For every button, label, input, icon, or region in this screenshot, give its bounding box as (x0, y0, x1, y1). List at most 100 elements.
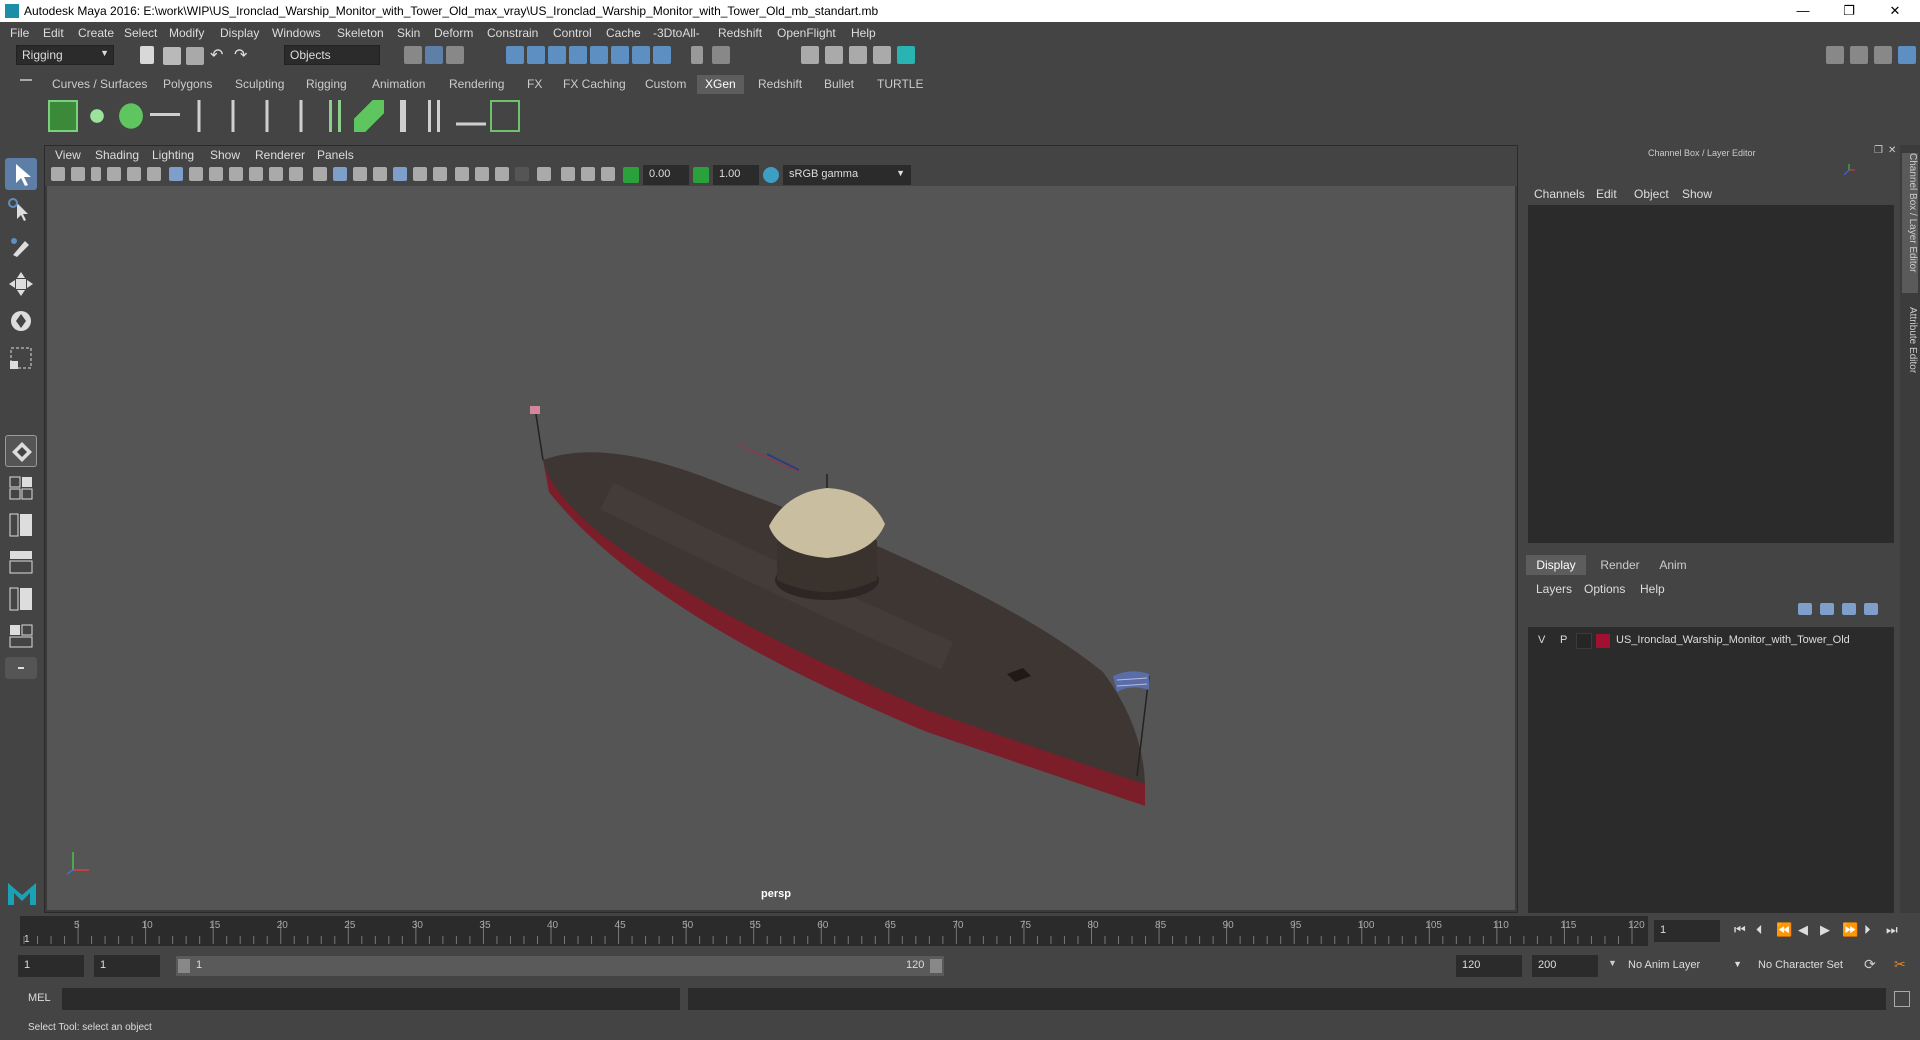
shelf-tab-fx-caching[interactable]: FX Caching (555, 75, 634, 94)
step-back-key-icon[interactable]: ⏪ (1776, 922, 1792, 938)
menu-display[interactable]: Display (220, 26, 259, 40)
side-tab-attribute-editor[interactable]: Attribute Editor (1902, 307, 1918, 407)
layout-outliner-icon[interactable] (5, 546, 37, 578)
cb-menu-channels[interactable]: Channels (1534, 187, 1585, 201)
animation-prefs-icon[interactable]: ✂ (1894, 956, 1906, 973)
shadows-icon[interactable] (433, 167, 447, 181)
snap-live-icon[interactable] (590, 46, 608, 64)
command-input[interactable] (62, 988, 680, 1010)
wireframe-icon[interactable] (313, 167, 327, 181)
menu-openflight[interactable]: OpenFlight (777, 26, 836, 40)
gamma-icon[interactable] (693, 167, 709, 183)
lock-icon[interactable] (691, 46, 703, 64)
step-forward-key-icon[interactable]: ⏩ (1842, 922, 1858, 938)
shelf-tab-curves[interactable]: Curves / Surfaces (44, 75, 155, 94)
menu-control[interactable]: Control (553, 26, 592, 40)
default-material-icon[interactable] (373, 167, 387, 181)
cb-menu-show[interactable]: Show (1682, 187, 1712, 201)
save-scene-icon[interactable] (186, 47, 204, 65)
grease-pencil-icon[interactable] (147, 167, 161, 181)
tool-settings-toggle-icon[interactable] (1874, 46, 1892, 64)
le-menu-options[interactable]: Options (1584, 582, 1625, 596)
cb-menu-object[interactable]: Object (1634, 187, 1669, 201)
safe-title-icon[interactable] (289, 167, 303, 181)
modeling-toolkit-icon[interactable] (1826, 46, 1844, 64)
snap-surface-icon[interactable] (611, 46, 629, 64)
camera-attributes-icon[interactable] (71, 167, 85, 181)
float-panel-icon[interactable]: ❐ (1874, 145, 1883, 156)
scale-tool-icon[interactable] (5, 342, 37, 374)
resolution-gate-icon[interactable] (209, 167, 223, 181)
side-tab-channel-box[interactable]: Channel Box / Layer Editor (1902, 153, 1918, 293)
color-space-dropdown[interactable]: sRGB gamma ▼ (783, 165, 911, 185)
xray-components-icon[interactable] (601, 167, 615, 181)
menu-create[interactable]: Create (78, 26, 114, 40)
flatten-icon[interactable] (456, 100, 486, 132)
range-start-handle[interactable] (178, 959, 190, 973)
exposure-field[interactable]: 0.00 (643, 165, 689, 185)
open-scene-icon[interactable] (163, 47, 181, 65)
attribute-editor-toggle-icon[interactable] (1850, 46, 1868, 64)
isolate-select-icon[interactable] (537, 167, 551, 181)
gate-mask-icon[interactable] (229, 167, 243, 181)
layer-color-swatch[interactable] (1596, 634, 1610, 648)
vp-menu-show[interactable]: Show (210, 148, 240, 162)
animation-end-field[interactable]: 200 (1532, 955, 1598, 977)
ipr-render-icon[interactable] (825, 46, 843, 64)
last-tool-icon[interactable] (5, 435, 37, 467)
grid-toggle-icon[interactable] (169, 167, 183, 181)
layer-visibility-toggle[interactable]: V (1538, 634, 1545, 646)
bookmark-icon[interactable] (91, 167, 101, 181)
vp-menu-view[interactable]: View (55, 148, 81, 162)
le-menu-help[interactable]: Help (1640, 582, 1665, 596)
new-empty-layer-icon[interactable] (1842, 603, 1856, 615)
layout-more-icon[interactable] (5, 657, 37, 679)
step-back-frame-icon[interactable]: ⏴ (1756, 922, 1763, 938)
menu-file[interactable]: File (10, 26, 29, 40)
vp-menu-shading[interactable]: Shading (95, 148, 139, 162)
channel-box-body[interactable] (1528, 205, 1894, 543)
guide-length-icon[interactable] (388, 100, 418, 132)
manipulator-icon[interactable] (1842, 163, 1856, 177)
vp-menu-panels[interactable]: Panels (317, 148, 354, 162)
menu-redshift[interactable]: Redshift (718, 26, 762, 40)
close-button[interactable]: ✕ (1872, 0, 1918, 22)
playback-end-field[interactable]: 120 (1456, 955, 1522, 977)
render-view-icon[interactable] (897, 46, 915, 64)
shelf-tab-animation[interactable]: Animation (364, 75, 433, 94)
layer-playback-toggle[interactable]: P (1560, 634, 1567, 646)
layout-hypershade-icon[interactable] (5, 620, 37, 652)
new-scene-icon[interactable] (140, 46, 154, 64)
symmetry-icon[interactable] (653, 46, 671, 64)
shelf-tab-rigging[interactable]: Rigging (298, 75, 355, 94)
go-to-end-icon[interactable]: ⏭ (1886, 922, 1898, 938)
menu-help[interactable]: Help (851, 26, 876, 40)
layer-tab-display[interactable]: Display (1526, 555, 1586, 575)
animation-start-field[interactable]: 1 (18, 955, 84, 977)
restore-button[interactable]: ❐ (1826, 0, 1872, 22)
xgen-preview-icon[interactable] (82, 100, 112, 132)
select-object-icon[interactable] (425, 46, 443, 64)
depth-of-field-icon[interactable] (515, 167, 529, 181)
render-frame-icon[interactable] (801, 46, 819, 64)
layer-tab-render[interactable]: Render (1592, 555, 1648, 575)
snap-view-plane-icon[interactable] (569, 46, 587, 64)
le-menu-layers[interactable]: Layers (1536, 582, 1572, 596)
select-component-icon[interactable] (446, 46, 464, 64)
layout-two-panes-icon[interactable] (5, 509, 37, 541)
use-all-lights-icon[interactable] (413, 167, 427, 181)
layer-row[interactable]: V P US_Ironclad_Warship_Monitor_with_Tow… (1528, 631, 1894, 651)
undo-icon[interactable]: ↶ (210, 45, 223, 65)
snap-grid-icon[interactable] (506, 46, 524, 64)
render-settings-icon[interactable] (849, 46, 867, 64)
place-guide-icon[interactable] (184, 100, 214, 132)
menuset-dropdown[interactable]: Rigging ▼ (16, 45, 114, 65)
screen-space-ao-icon[interactable] (455, 167, 469, 181)
guides-to-curves-icon[interactable] (320, 100, 350, 132)
play-backwards-icon[interactable]: ◀ (1798, 922, 1808, 938)
script-editor-icon[interactable] (1894, 991, 1910, 1007)
field-chart-icon[interactable] (249, 167, 263, 181)
select-hierarchy-icon[interactable] (404, 46, 422, 64)
go-to-start-icon[interactable]: ⏮ (1734, 922, 1746, 938)
time-slider[interactable]: 5 10 15 20 25 30 35 40 45 50 55 60 65 70 75 80 85 90 95 100… (20, 916, 1648, 946)
